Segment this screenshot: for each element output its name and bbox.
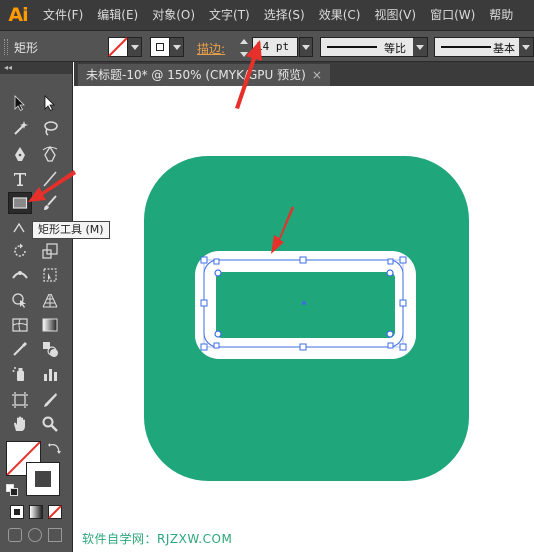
menu-bar: Ai 文件(F) 编辑(E) 对象(O) 文字(T) 选择(S) 效果(C) 视… (0, 0, 534, 30)
profile-label: 等比 (384, 42, 406, 55)
slice-knife-icon (44, 393, 57, 407)
variable-width-profile-dropdown[interactable]: 等比 (320, 37, 428, 57)
draw-normal-icon[interactable] (8, 528, 22, 542)
draw-inside-icon[interactable] (48, 528, 62, 542)
pen-tool[interactable] (8, 143, 32, 165)
magic-wand-icon (14, 121, 28, 135)
watermark-text: 软件自学网：RJZXW.COM (82, 532, 233, 546)
mesh-tool[interactable] (8, 314, 32, 336)
menu-edit[interactable]: 编辑(E) (90, 0, 145, 30)
menu-type[interactable]: 文字(T) (202, 0, 257, 30)
zoom-tool[interactable] (38, 413, 62, 435)
chevron-down-icon[interactable] (519, 38, 533, 56)
eyedropper-icon (13, 342, 27, 356)
symbol-sprayer-icon (12, 367, 24, 381)
fill-swatch-dropdown[interactable] (108, 37, 142, 57)
blend-tool[interactable] (38, 338, 62, 360)
chevron-down-icon[interactable] (170, 37, 184, 57)
scale-tool[interactable] (38, 240, 62, 262)
drawing-mode-buttons (8, 528, 64, 544)
column-graph-icon (44, 369, 57, 381)
shaper-tool[interactable] (8, 216, 32, 238)
magic-wand-tool[interactable] (8, 117, 32, 139)
zoom-magnifier-icon (42, 416, 58, 432)
stroke-swatch-dropdown[interactable] (150, 37, 184, 57)
document-tab-title: 未标题-10* @ 150% (CMYK/GPU 预览) (86, 68, 306, 82)
stroke-white-swatch[interactable] (150, 37, 170, 57)
fill-none-swatch[interactable] (108, 37, 128, 57)
artwork (144, 156, 469, 481)
blend-icon (43, 342, 58, 357)
gradient-mode-button[interactable] (29, 505, 43, 519)
tool-tooltip: 矩形工具 (M) (32, 221, 110, 239)
menu-window[interactable]: 窗口(W) (423, 0, 482, 30)
mesh-icon (12, 318, 28, 332)
slice-tool[interactable] (38, 389, 62, 411)
gradient-icon (42, 318, 58, 332)
rotate-icon (14, 243, 26, 257)
width-icon (12, 271, 28, 279)
app-logo: Ai (8, 4, 28, 26)
curvature-pen-icon (42, 145, 58, 162)
menu-select[interactable]: 选择(S) (257, 0, 312, 30)
shaper-icon (13, 222, 25, 233)
perspective-grid-icon (42, 293, 58, 308)
stroke-label[interactable]: 描边: (197, 40, 225, 57)
default-fill-stroke-icon[interactable] (6, 484, 18, 496)
annotation-arrow-icon (235, 40, 262, 109)
brush-definition-dropdown[interactable]: 基本 (434, 37, 534, 57)
grip-handle[interactable] (4, 39, 8, 55)
perspective-grid-tool[interactable] (38, 289, 62, 311)
direct-selection-tool[interactable] (38, 92, 62, 114)
menu-file[interactable]: 文件(F) (36, 0, 90, 30)
artboard-icon (12, 392, 28, 408)
column-graph-tool[interactable] (38, 363, 62, 385)
chevron-down-icon[interactable] (413, 38, 427, 56)
color-mode-button[interactable] (10, 505, 24, 519)
menu-effect[interactable]: 效果(C) (312, 0, 368, 30)
close-icon[interactable]: × (312, 68, 322, 82)
eyedropper-tool[interactable] (8, 338, 32, 360)
pen-icon (15, 147, 25, 161)
width-tool[interactable] (8, 264, 32, 286)
draw-behind-icon[interactable] (28, 528, 42, 542)
lasso-tool[interactable] (38, 117, 62, 139)
menu-object[interactable]: 对象(O) (145, 0, 202, 30)
swap-fill-stroke-icon[interactable] (48, 441, 62, 455)
none-mode-button[interactable] (48, 505, 62, 519)
inner-rounded-rectangle[interactable] (216, 272, 395, 338)
selection-tool[interactable] (8, 92, 32, 114)
gradient-tool[interactable] (38, 314, 62, 336)
document-tab-strip: 未标题-10* @ 150% (CMYK/GPU 预览) × (74, 62, 534, 86)
free-transform-tool[interactable] (38, 264, 62, 286)
lasso-icon (44, 121, 58, 136)
tools-panel-header[interactable]: ◂◂ (0, 62, 72, 74)
annotation-arrow-icon (271, 206, 294, 254)
symbol-sprayer-tool[interactable] (8, 363, 32, 385)
artboard-tool[interactable] (8, 389, 32, 411)
menu-help[interactable]: 帮助 (482, 0, 520, 30)
current-tool-label: 矩形 (14, 41, 39, 55)
artboard-canvas[interactable] (74, 86, 534, 552)
hand-tool[interactable] (8, 413, 32, 435)
free-transform-icon (43, 268, 57, 282)
chevron-down-icon[interactable] (128, 37, 142, 57)
scale-icon (42, 243, 58, 259)
selection-arrow-icon (14, 95, 25, 112)
shape-builder-icon (12, 293, 26, 308)
rotate-tool[interactable] (8, 240, 32, 262)
shape-builder-tool[interactable] (8, 289, 32, 311)
document-tab[interactable]: 未标题-10* @ 150% (CMYK/GPU 预览) × (78, 64, 330, 86)
curvature-tool[interactable] (38, 143, 62, 165)
stroke-weight-dropdown[interactable] (299, 37, 313, 57)
hand-icon (14, 416, 25, 431)
menu-view[interactable]: 视图(V) (367, 0, 423, 30)
stroke-color-indicator[interactable] (26, 462, 60, 496)
annotation-arrow-icon (28, 170, 76, 202)
brush-label: 基本 (493, 42, 515, 55)
direct-selection-arrow-icon (44, 95, 55, 112)
